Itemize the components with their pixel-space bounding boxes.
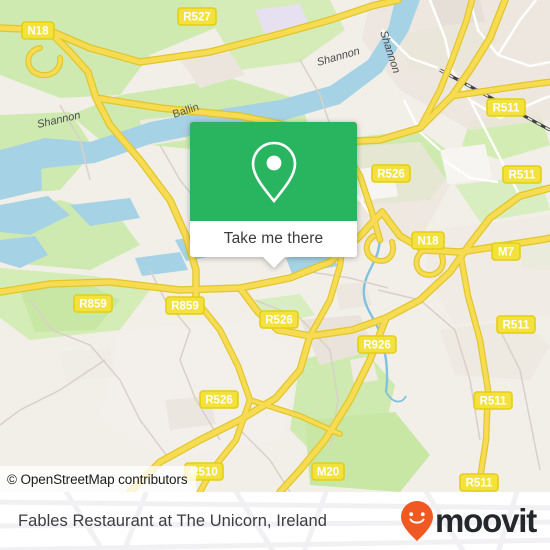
page-title: Fables Restaurant at The Unicorn, Irelan… bbox=[18, 511, 327, 530]
footer-bar: Fables Restaurant at The Unicorn, Irelan… bbox=[0, 492, 550, 550]
road-shield-label: R511 bbox=[493, 103, 520, 115]
location-popup-card[interactable]: Take me there bbox=[190, 122, 357, 268]
road-shield: R511 bbox=[486, 98, 526, 117]
popup-cta-bar[interactable]: Take me there bbox=[190, 221, 357, 268]
osm-attribution-text: © OpenStreetMap contributors bbox=[7, 471, 188, 487]
road-shield-label: R526 bbox=[205, 395, 233, 407]
moovit-map-screenshot: Shannon Shannon Shannon Ballin N18 R527 R5… bbox=[0, 0, 550, 550]
road-shield: N18 bbox=[411, 231, 445, 250]
road-shield-label: N18 bbox=[27, 26, 49, 38]
road-shield: R859 bbox=[73, 294, 113, 313]
road-shield-label: R926 bbox=[363, 340, 391, 352]
moovit-smiley-pin-icon bbox=[401, 501, 434, 541]
road-shield: R526 bbox=[371, 164, 411, 183]
road-shield-label: N18 bbox=[417, 236, 439, 248]
road-shield: R511 bbox=[473, 391, 513, 410]
road-shield-label: R511 bbox=[509, 170, 536, 182]
moovit-wordmark: moovit bbox=[435, 501, 537, 539]
take-me-there-label: Take me there bbox=[223, 230, 324, 247]
road-shield: R511 bbox=[459, 473, 499, 492]
road-shield-label: R859 bbox=[171, 301, 199, 313]
road-shield-label: R526 bbox=[265, 315, 293, 327]
location-pin-icon bbox=[251, 141, 296, 203]
road-shield: R926 bbox=[357, 335, 397, 354]
road-shield-label: M7 bbox=[498, 247, 514, 259]
road-shield: R859 bbox=[165, 296, 205, 315]
road-shield: R526 bbox=[199, 390, 239, 409]
road-shield: R526 bbox=[259, 310, 299, 329]
road-shield-label: R526 bbox=[377, 169, 405, 181]
road-shield: M20 bbox=[311, 462, 345, 481]
road-shield-label: R511 bbox=[503, 320, 530, 332]
moovit-logo[interactable]: moovit bbox=[400, 500, 537, 542]
road-shield-label: M20 bbox=[317, 467, 339, 479]
road-shield-label: R527 bbox=[183, 12, 211, 24]
popup-pin-panel bbox=[190, 122, 357, 221]
road-shield-label: R859 bbox=[79, 299, 107, 311]
road-shield: R511 bbox=[502, 165, 542, 184]
road-shield: M7 bbox=[491, 242, 521, 261]
road-shield: R511 bbox=[496, 315, 536, 334]
road-shield: R527 bbox=[177, 7, 217, 26]
road-shield-label: R511 bbox=[466, 478, 493, 490]
road-shield-label: R511 bbox=[480, 396, 507, 408]
popup-pointer-tail bbox=[262, 257, 285, 268]
osm-attribution: © OpenStreetMap contributors bbox=[0, 466, 196, 492]
road-shield: N18 bbox=[21, 21, 55, 40]
